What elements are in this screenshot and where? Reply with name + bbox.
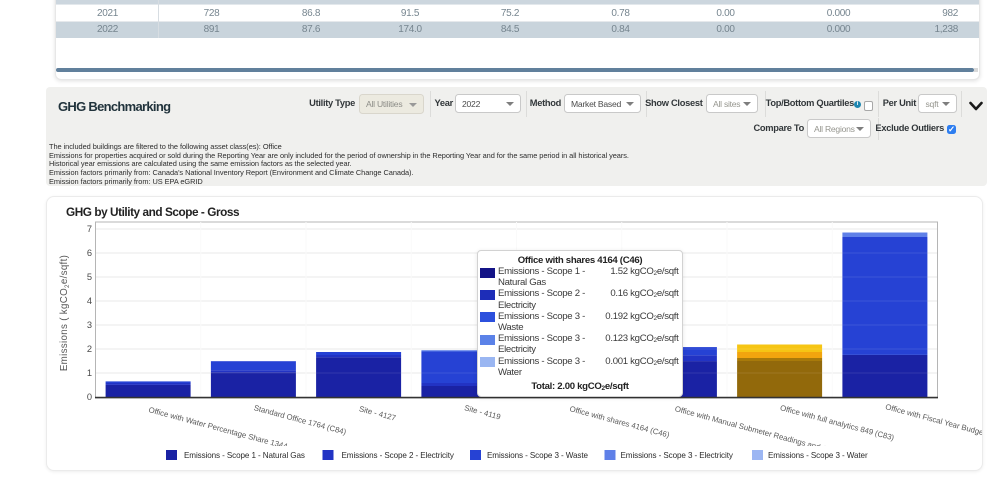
svg-text:Emissions ( kgCO2e/sqft): Emissions ( kgCO2e/sqft) (59, 255, 71, 371)
svg-text:7: 7 (87, 224, 92, 234)
svg-text:1: 1 (87, 368, 92, 378)
svg-text:6: 6 (87, 248, 92, 258)
svg-text:0: 0 (87, 392, 92, 402)
svg-text:Emissions - Scope 1 - Natural: Emissions - Scope 1 - Natural Gas (184, 451, 305, 460)
svg-text:2: 2 (87, 344, 92, 354)
svg-text:5: 5 (87, 272, 92, 282)
svg-text:Emissions - Scope 3 - Water: Emissions - Scope 3 - Water (768, 451, 868, 460)
svg-text:4: 4 (87, 296, 92, 306)
svg-text:Emissions - Scope 3 - Electric: Emissions - Scope 3 - Electricity (621, 451, 734, 460)
svg-text:Emissions - Scope 3 - Waste: Emissions - Scope 3 - Waste (487, 451, 589, 460)
svg-text:Site - 4119: Site - 4119 (463, 403, 501, 421)
svg-text:3: 3 (87, 320, 92, 330)
svg-text:Office with Fiscal Year Budget: Office with Fiscal Year Budget 12 (C12) (884, 402, 1000, 446)
svg-text:Emissions - Scope 2 - Electric: Emissions - Scope 2 - Electricity (342, 451, 455, 460)
svg-text:Standard Office 1764 (C84): Standard Office 1764 (C84) (253, 403, 348, 436)
svg-text:Office with shares 4164 (C46): Office with shares 4164 (C46) (569, 404, 671, 439)
svg-text:Site - 4127: Site - 4127 (358, 404, 397, 422)
